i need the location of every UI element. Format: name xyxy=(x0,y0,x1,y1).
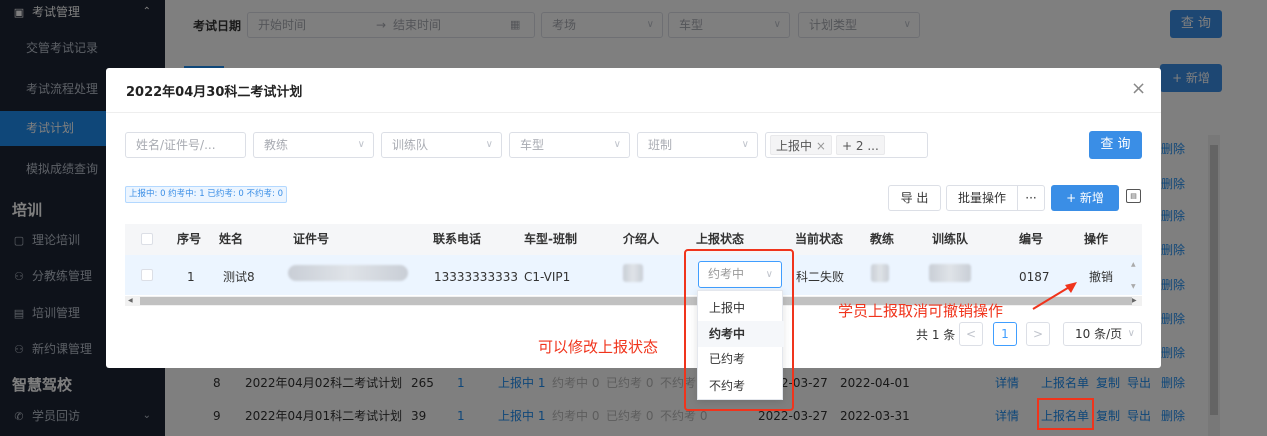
chevron-down-icon: ∨ xyxy=(357,139,365,150)
report-status-multiselect[interactable]: 上报中 × + 2 ... xyxy=(765,132,928,158)
highlight-box xyxy=(1037,398,1094,430)
add-button[interactable]: + 新增 xyxy=(1051,185,1119,211)
more-options-button[interactable]: ··· xyxy=(1017,185,1045,211)
chevron-down-icon: ∨ xyxy=(741,139,749,150)
chevron-down-icon: ∨ xyxy=(1127,328,1135,339)
tag-close-icon[interactable]: × xyxy=(816,139,826,153)
page-size-select[interactable]: 10 条/页 ∨ xyxy=(1063,322,1142,346)
status-tag-more: + 2 ... xyxy=(836,135,885,155)
scroll-up-icon[interactable]: ▲ xyxy=(1131,261,1136,268)
arrow-annotation xyxy=(1032,282,1077,310)
prev-page-button[interactable]: < xyxy=(959,322,983,346)
select-all-checkbox[interactable] xyxy=(141,233,153,245)
chevron-down-icon: ∨ xyxy=(613,139,621,150)
close-icon[interactable]: × xyxy=(1131,78,1146,99)
status-tag: 上报中 × xyxy=(770,135,832,155)
annotation-cancel-report: 学员上报取消可撤销操作 xyxy=(838,302,1004,320)
modal-title: 2022年04月30科二考试计划 xyxy=(126,85,303,100)
name-id-input[interactable]: 姓名/证件号/... xyxy=(125,132,246,158)
team-select[interactable]: 训练队 ∨ xyxy=(381,132,502,158)
total-count: 共 1 条 xyxy=(916,328,956,342)
modal-query-button[interactable]: 查 询 xyxy=(1089,131,1142,159)
car-type-select[interactable]: 车型∨ xyxy=(509,132,630,158)
blurred-referrer xyxy=(623,264,643,282)
chevron-down-icon: ∨ xyxy=(485,139,493,150)
blurred-coach xyxy=(871,264,889,282)
class-select[interactable]: 班制 ∨ xyxy=(637,132,758,158)
stats-badge: 上报中: 0 约考中: 1 已约考: 0 不约考: 0 xyxy=(125,186,288,203)
export-button[interactable]: 导 出 xyxy=(888,185,941,211)
next-page-button[interactable]: > xyxy=(1026,322,1050,346)
blurred-team xyxy=(929,264,971,282)
scroll-down-icon[interactable]: ▼ xyxy=(1131,283,1136,290)
divider xyxy=(106,112,1161,113)
student-name-link[interactable]: 测试8 xyxy=(223,269,255,285)
revoke-link[interactable]: 撤销 xyxy=(1089,269,1113,285)
page-1-button[interactable]: 1 xyxy=(993,322,1017,346)
annotation-modify-status: 可以修改上报状态 xyxy=(538,338,659,356)
coach-select[interactable]: 教练 ∨ xyxy=(253,132,374,158)
row-checkbox[interactable] xyxy=(141,269,153,281)
batch-operation-button[interactable]: 批量操作 xyxy=(946,185,1018,211)
blurred-id xyxy=(288,265,408,281)
column-settings-icon[interactable]: ▤ xyxy=(1126,189,1141,203)
exam-plan-modal: 2022年04月30科二考试计划 × 姓名/证件号/... 教练 ∨ 训练队 ∨ 车… xyxy=(106,68,1161,368)
scroll-left-icon[interactable]: ◀ xyxy=(128,297,133,304)
scroll-right-icon[interactable]: ▶ xyxy=(1132,297,1137,304)
highlight-box xyxy=(684,249,794,411)
